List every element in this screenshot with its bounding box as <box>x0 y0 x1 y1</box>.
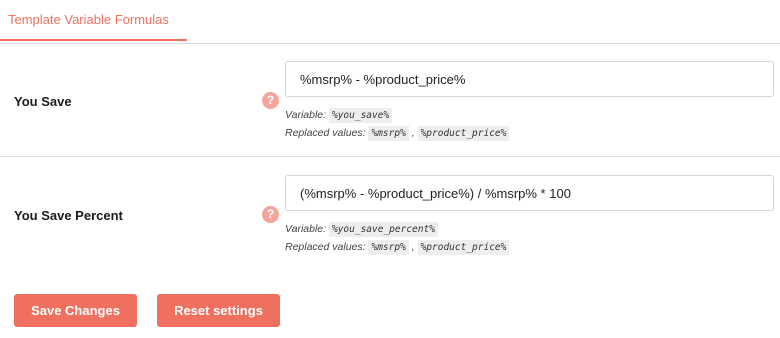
variable-label: Variable: <box>285 109 327 121</box>
you-save-percent-input[interactable] <box>285 175 774 211</box>
field-meta: Variable: %you_save% Replaced values: %m… <box>285 106 510 142</box>
replaced-code: %msrp% <box>368 126 409 141</box>
replaced-code: %product_price% <box>417 240 510 255</box>
reset-settings-button[interactable]: Reset settings <box>157 294 280 327</box>
variable-code: %you_save% <box>328 108 393 123</box>
replaced-code: %msrp% <box>368 240 409 255</box>
tab-bar: Template Variable Formulas <box>0 0 780 44</box>
variable-line: Variable: %you_save_percent% <box>285 220 509 238</box>
replaced-line: Replaced values: %msrp% , %product_price… <box>285 124 510 142</box>
save-changes-button[interactable]: Save Changes <box>14 294 137 327</box>
replaced-line: Replaced values: %msrp% , %product_price… <box>285 238 510 256</box>
replaced-label: Replaced values: <box>285 127 366 139</box>
field-meta: Variable: %you_save_percent% Replaced va… <box>285 220 510 256</box>
separator: , <box>411 241 415 253</box>
field-row-you-save: You Save ? Variable: %you_save% Replaced… <box>0 44 780 157</box>
field-label: You Save Percent <box>14 208 123 223</box>
tab-template-variable-formulas[interactable]: Template Variable Formulas <box>0 0 187 41</box>
question-icon[interactable]: ? <box>262 206 279 223</box>
variable-line: Variable: %you_save% <box>285 106 509 124</box>
field-label: You Save <box>14 94 72 109</box>
you-save-input[interactable] <box>285 61 774 97</box>
field-row-you-save-percent: You Save Percent ? Variable: %you_save_p… <box>0 158 780 273</box>
variable-code: %you_save_percent% <box>328 222 438 237</box>
replaced-code: %product_price% <box>417 126 510 141</box>
separator: , <box>411 127 415 139</box>
variable-label: Variable: <box>285 223 327 235</box>
question-icon[interactable]: ? <box>262 92 279 109</box>
replaced-label: Replaced values: <box>285 241 366 253</box>
